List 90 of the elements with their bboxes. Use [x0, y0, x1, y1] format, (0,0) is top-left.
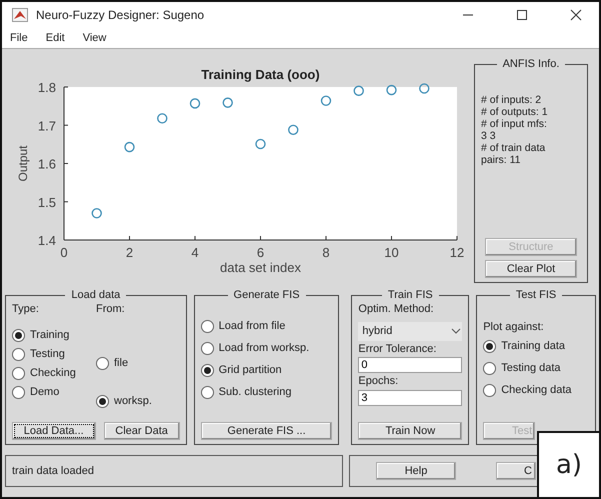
caret-icon: [450, 327, 462, 335]
radio-button[interactable]: [483, 384, 496, 397]
figure-label: a): [537, 431, 601, 499]
tick-label: 6: [256, 245, 264, 260]
tick-label: 10: [384, 245, 399, 260]
radio-button[interactable]: [12, 328, 25, 342]
radio-button[interactable]: [200, 364, 214, 376]
tick-label: 1.4: [38, 233, 56, 248]
tick-label: 12: [450, 245, 464, 260]
info-text: # of inputs: 2: [481, 94, 542, 106]
radio-label[interactable]: Sub. clustering: [218, 384, 292, 400]
radio-button[interactable]: [200, 386, 214, 398]
tick-label: 4: [191, 245, 199, 260]
data-point: [124, 142, 135, 152]
dialog-button[interactable]: Help: [376, 462, 456, 480]
data-point: [92, 208, 102, 218]
radio-button[interactable]: [200, 342, 214, 354]
panel-title: Train FIS: [386, 290, 434, 301]
tick-label: 1.8: [38, 80, 56, 95]
data-point: [222, 98, 233, 108]
input-field[interactable]: 0: [358, 357, 462, 373]
radio-label[interactable]: Checking data: [501, 382, 572, 399]
radio-button[interactable]: [12, 366, 25, 380]
panel-button[interactable]: Clear Plot: [485, 260, 577, 278]
radio-label[interactable]: Grid partition: [218, 362, 282, 378]
dialog-button[interactable]: C: [496, 462, 536, 480]
radio-button[interactable]: [12, 386, 25, 398]
data-point: [354, 86, 364, 96]
menu-item[interactable]: View: [82, 30, 106, 46]
info-text: 3 3: [481, 130, 497, 142]
data-point: [386, 84, 397, 96]
field-label: Type:: [12, 302, 40, 317]
dropdown-value: hybrid: [361, 324, 392, 339]
info-text: # of outputs: 1: [481, 106, 549, 118]
panel-title: ANFIS Info.: [502, 59, 560, 70]
maximize-icon: [516, 8, 528, 21]
data-point: [190, 98, 200, 109]
app-icon: [12, 8, 28, 22]
radio-button[interactable]: [96, 357, 109, 370]
radio-button[interactable]: [200, 320, 214, 332]
data-point: [288, 124, 298, 135]
radio-label[interactable]: Checking: [30, 364, 76, 382]
tick-label: 2: [126, 245, 134, 260]
menu-item[interactable]: File: [10, 30, 28, 46]
field-label: Plot against:: [483, 320, 545, 335]
radio-label[interactable]: Testing data: [501, 360, 561, 377]
info-text: # of input mfs:: [481, 118, 548, 130]
menu-item[interactable]: Edit: [46, 30, 65, 46]
method-dropdown[interactable]: hybrid: [358, 322, 462, 340]
radio-label[interactable]: Testing: [30, 346, 65, 362]
field-label: Epochs:: [358, 374, 400, 389]
panel-title: Generate FIS: [232, 290, 301, 301]
radio-label[interactable]: Load from file: [218, 318, 286, 334]
input-field[interactable]: 3: [358, 390, 462, 406]
chart-title: Training Data (ooo): [201, 67, 320, 82]
tick-label: 0: [60, 245, 68, 260]
radio-label[interactable]: Training data: [501, 338, 566, 355]
data-point: [419, 83, 430, 94]
data-point: [255, 138, 266, 150]
panel-title: Load data: [70, 290, 122, 301]
data-point: [320, 96, 332, 106]
data-point: [157, 113, 168, 124]
panel-button[interactable]: Load Data...: [12, 422, 96, 440]
field-label: Optim. Method:: [358, 302, 435, 317]
field-label: Error Tolerance:: [358, 342, 438, 356]
radio-label[interactable]: Load from worksp.: [218, 340, 310, 356]
radio-label[interactable]: file: [114, 355, 128, 372]
status-text: train data loaded: [12, 464, 94, 479]
axis-label: Output: [16, 145, 30, 182]
info-text: # of train data: [481, 142, 546, 154]
radio-button[interactable]: [483, 362, 496, 375]
tick-label: 1.7: [38, 118, 56, 134]
radio-button[interactable]: [483, 340, 496, 353]
radio-label[interactable]: Training: [30, 326, 70, 344]
panel-title: Test FIS: [514, 290, 558, 301]
tick-label: 1.6: [38, 156, 56, 172]
tick-label: 8: [322, 245, 330, 260]
radio-label[interactable]: worksp.: [114, 393, 152, 410]
radio-button[interactable]: [96, 395, 109, 408]
radio-label[interactable]: Demo: [30, 384, 60, 400]
field-label: From:: [96, 302, 126, 317]
info-text: pairs: 11: [481, 154, 522, 166]
tick-label: 1.5: [38, 194, 56, 210]
close-icon: [570, 8, 582, 21]
panel-button[interactable]: Train Now: [358, 422, 462, 440]
axis-label: data set index: [220, 260, 301, 275]
radio-button[interactable]: [12, 348, 25, 360]
panel-button[interactable]: Clear Data: [104, 422, 180, 440]
panel-button[interactable]: Generate FIS ...: [200, 422, 332, 440]
window-title: Neuro-Fuzzy Designer: Sugeno: [36, 7, 206, 24]
